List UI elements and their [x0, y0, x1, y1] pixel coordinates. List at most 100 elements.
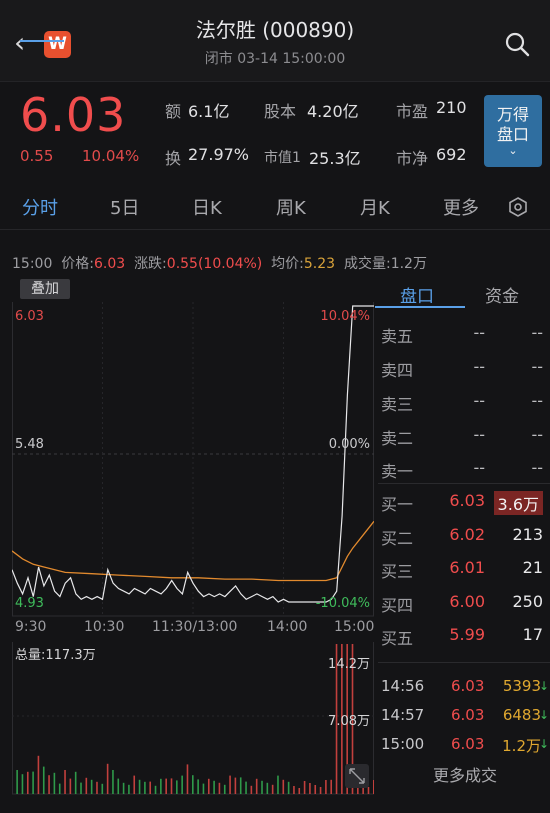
volume-bar [154, 785, 157, 794]
stat-label-pb: 市净 [396, 149, 429, 168]
chevron-down-icon: ⌄ [508, 144, 518, 157]
stat-value-amount: 6.1亿 [188, 102, 230, 121]
volume-bar [245, 781, 247, 794]
expand-icon[interactable] [345, 764, 369, 788]
ask-volume: -- [531, 357, 543, 376]
volume-bar [58, 783, 61, 794]
volume-bar [282, 779, 285, 794]
volume-bar [325, 780, 327, 794]
bid-label: 买一 [381, 495, 414, 514]
tab-intraday[interactable]: 分时 [22, 194, 58, 220]
ask-label: 卖二 [381, 429, 414, 448]
stat-value-pe: 210 [436, 98, 467, 117]
tab-weekly-k[interactable]: 周K [276, 194, 306, 220]
volume-bar [367, 787, 370, 794]
volume-bar [266, 782, 269, 794]
wande-label-1: 万得 [496, 105, 529, 124]
bid-volume: 21 [522, 558, 543, 577]
info-volume: 1.2万 [390, 256, 427, 272]
time-tick-0930: 9:30 [15, 619, 46, 635]
volume-bar [330, 779, 333, 794]
ask-row-5: 卖五 -- -- [381, 323, 549, 353]
tab-5day[interactable]: 5日 [110, 194, 139, 220]
volume-bar [133, 775, 136, 794]
search-icon[interactable] [503, 30, 531, 58]
more-trades-button[interactable]: 更多成交 [381, 762, 549, 786]
active-tab-indicator [20, 40, 64, 42]
volume-bar [101, 783, 104, 794]
tick-time: 15:00 [381, 735, 425, 753]
info-time: 15:00 [12, 256, 53, 272]
info-change-label: 涨跌: [134, 256, 167, 272]
down-arrow-icon: ↓ [538, 708, 549, 722]
price-change-pct: 10.04% [82, 147, 140, 165]
tab-daily-k[interactable]: 日K [192, 194, 222, 220]
bid-volume: 213 [512, 525, 543, 544]
wande-pankou-button[interactable]: 万得 盘口 ⌄ [484, 95, 542, 167]
chart-grid [12, 302, 374, 795]
tab-orderbook[interactable]: 盘口 [400, 282, 434, 307]
settings-icon[interactable] [507, 196, 529, 218]
volume-bar [32, 771, 34, 794]
price-axis-high: 6.03 [15, 309, 44, 324]
volume-bar [170, 778, 173, 794]
bid-price: 6.02 [449, 525, 485, 544]
bid-row-1: 买一 6.03 3.6万 [381, 491, 549, 521]
volume-bar [26, 771, 29, 794]
stat-label-turnover: 换 [165, 149, 182, 168]
price-axis-low: 4.93 [15, 596, 44, 611]
volume-axis-mid: 7.08万 [328, 714, 370, 729]
tab-more[interactable]: 更多 [443, 194, 479, 220]
tab-capital-flow[interactable]: 资金 [485, 282, 519, 307]
stat-value-turnover: 27.97% [188, 145, 250, 164]
volume-bar [223, 784, 226, 794]
volume-bar [117, 778, 120, 794]
crosshair-info-line: 15:00 价格:6.03 涨跌:0.55(10.04%) 均价:5.23 成交… [12, 253, 427, 273]
volume-bar [250, 785, 253, 794]
tick-volume: 1.2万 [502, 737, 541, 755]
volume-bar [144, 781, 146, 794]
bid-price: 6.03 [449, 491, 485, 510]
volume-bar [37, 755, 40, 794]
down-arrow-icon: ↓ [538, 737, 549, 751]
volume-bar [138, 779, 141, 794]
price-axis-mid: 5.48 [15, 437, 44, 452]
bid-price: 6.00 [449, 592, 485, 611]
bid-volume: 3.6万 [493, 491, 543, 515]
volume-bar [53, 772, 56, 794]
ask-volume: -- [531, 425, 543, 444]
tab-monthly-k[interactable]: 月K [360, 194, 390, 220]
back-icon[interactable]: ‹ [14, 28, 36, 58]
volume-bar [218, 782, 221, 794]
bid-label: 买三 [381, 562, 414, 581]
overlay-button[interactable]: 叠加 [20, 279, 70, 299]
volume-bar [271, 784, 274, 794]
trade-tick-row: 14:56 6.03 5393 ↓ [381, 677, 549, 705]
volume-bar [176, 780, 178, 794]
volume-bar [319, 787, 322, 794]
volume-bar [69, 778, 72, 794]
stat-value-shares: 4.20亿 [307, 102, 359, 121]
orderbook-divider [378, 483, 550, 484]
ask-label: 卖四 [381, 361, 414, 380]
intraday-chart[interactable]: 6.03 5.48 4.93 10.04% 0.00% -10.04% 9:30… [12, 276, 374, 796]
info-avg-label: 均价: [271, 256, 304, 272]
volume-bar [207, 778, 210, 794]
volume-bar [74, 771, 77, 794]
bid-label: 买五 [381, 629, 414, 648]
volume-bar [122, 782, 125, 794]
volume-bar [298, 788, 301, 794]
volume-bar [213, 780, 215, 794]
info-price: 6.03 [93, 256, 126, 272]
volume-bar [16, 770, 18, 794]
ask-row-3: 卖三 -- -- [381, 391, 549, 421]
volume-bar [255, 778, 258, 794]
stock-title: 法尔胜 (000890) [195, 18, 355, 42]
volume-bar [303, 781, 306, 794]
bid-price: 6.01 [449, 558, 485, 577]
tick-price: 6.03 [451, 735, 485, 753]
ticks-divider [378, 662, 550, 663]
pct-axis-low: -10.04% [316, 596, 370, 611]
avg-price-line [12, 520, 374, 582]
pct-axis-mid: 0.00% [329, 437, 370, 452]
